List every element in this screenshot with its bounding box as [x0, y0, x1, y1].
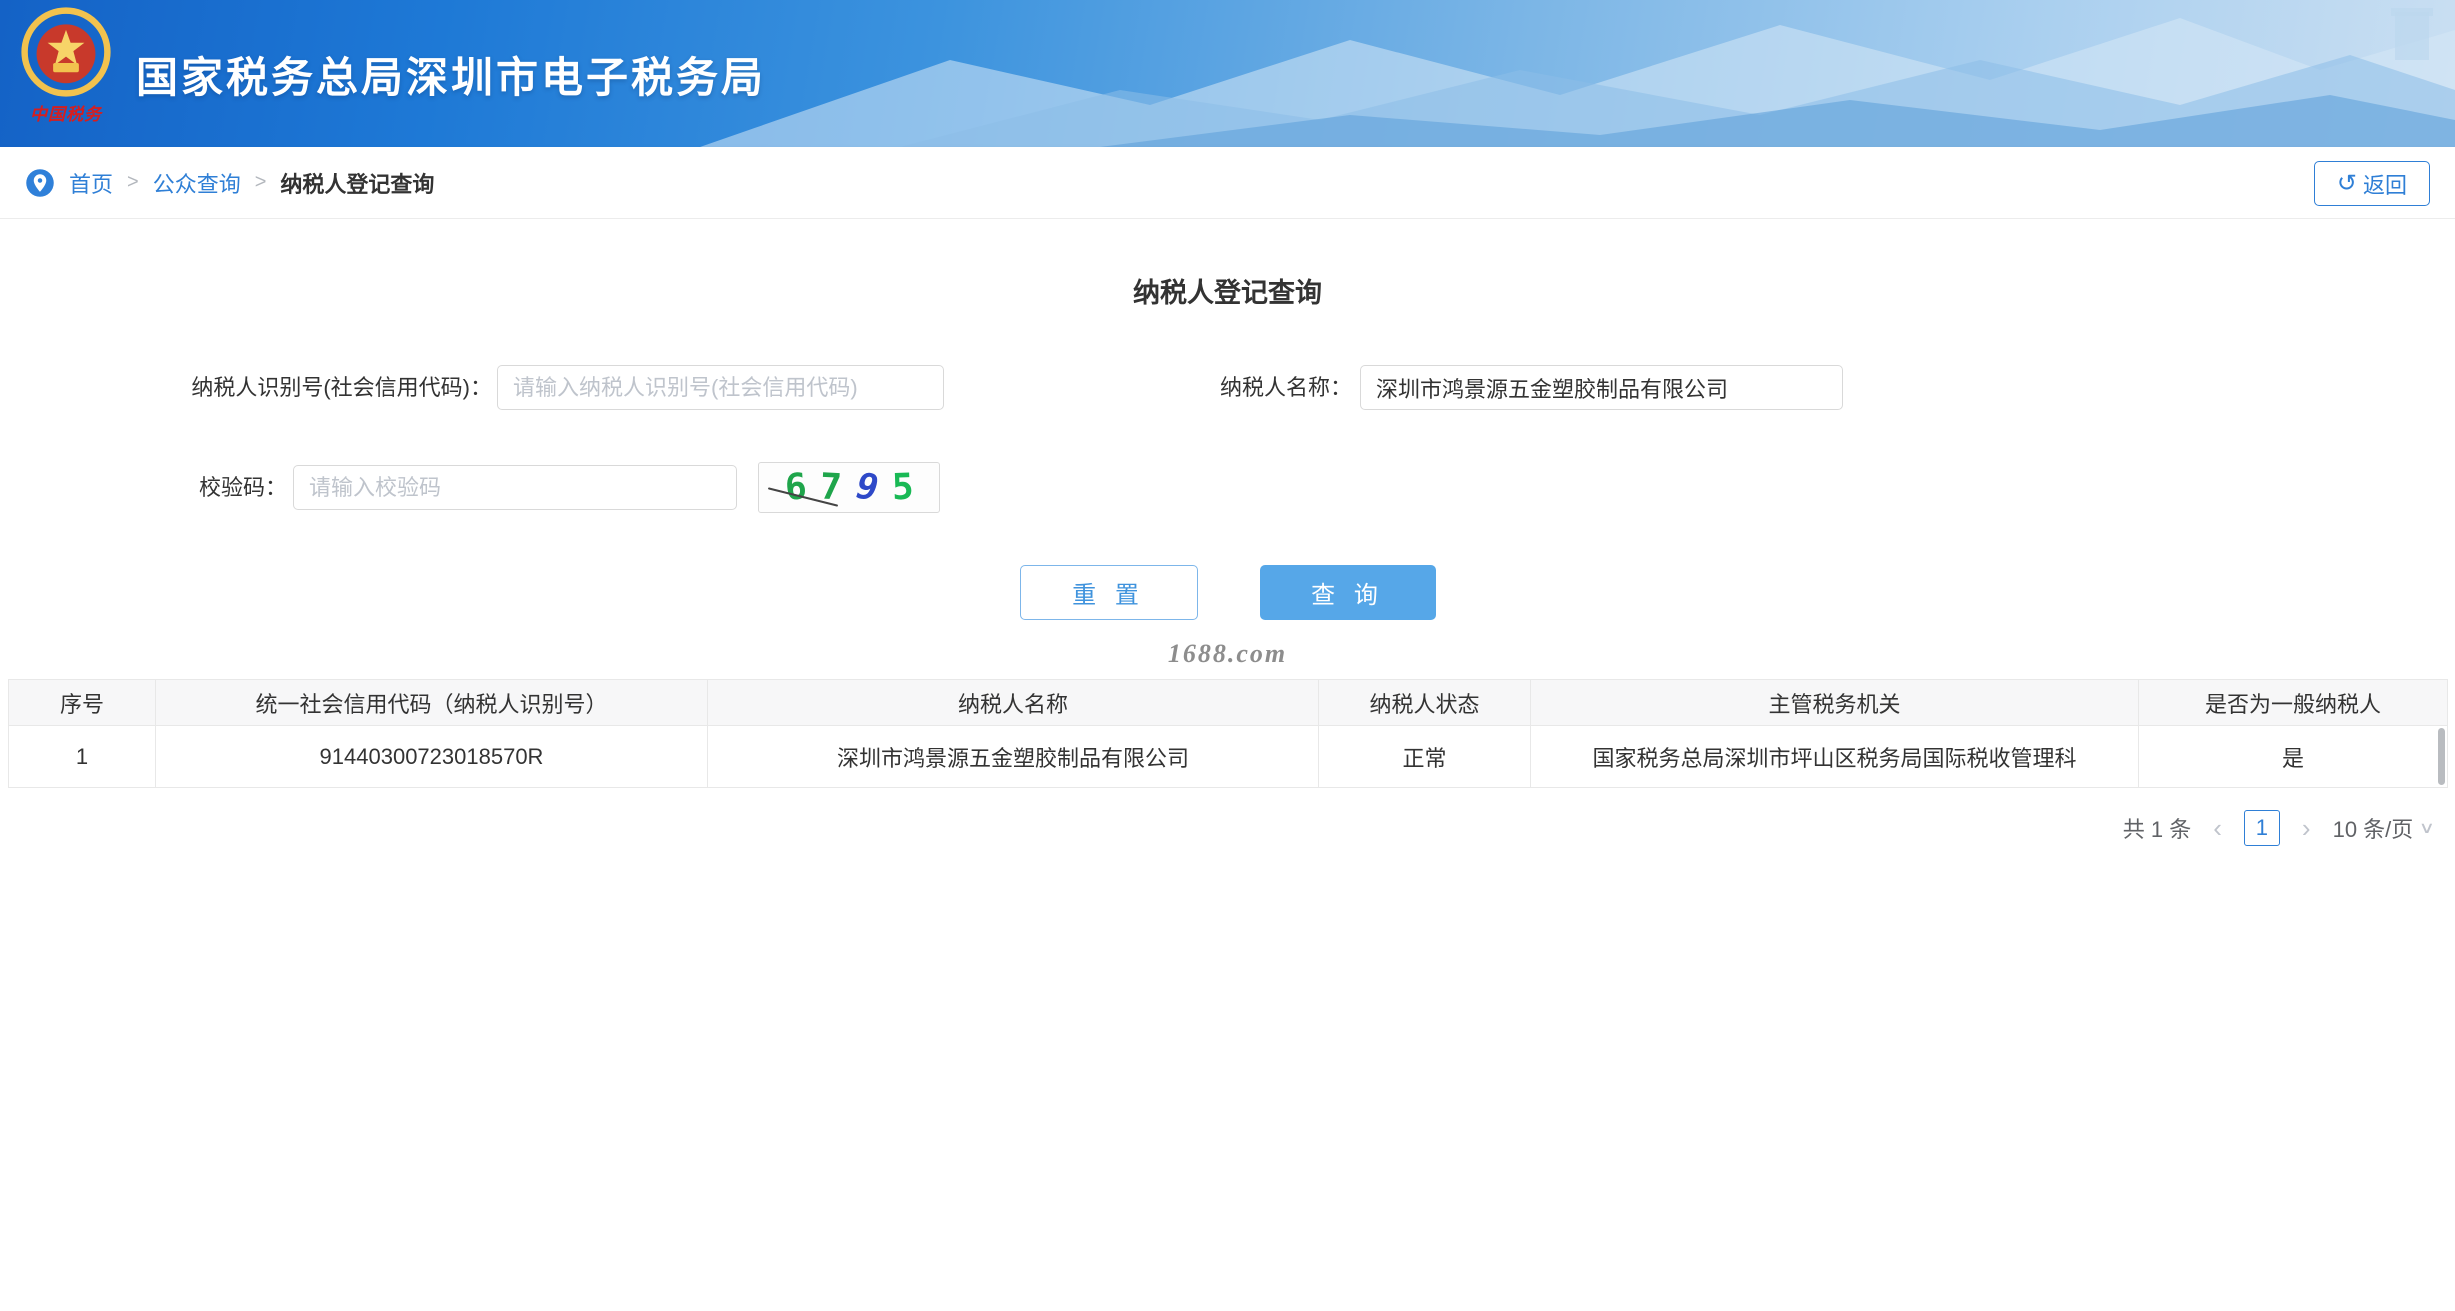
- breadcrumb: 首页 > 公众查询 > 纳税人登记查询 ↺ 返回: [0, 147, 2455, 219]
- captcha-input[interactable]: [293, 465, 737, 510]
- tax-bureau-logo: 中国税务: [14, 6, 118, 125]
- cell-credit-code: 91440300723018570R: [156, 726, 708, 788]
- table-scrollbar-thumb[interactable]: [2438, 728, 2445, 785]
- query-button[interactable]: 查 询: [1260, 565, 1436, 620]
- breadcrumb-separator: >: [255, 171, 267, 194]
- result-table: 序号 统一社会信用代码（纳税人识别号） 纳税人名称 纳税人状态 主管税务机关 是…: [8, 679, 2448, 788]
- col-header-tax-authority: 主管税务机关: [1531, 680, 2139, 726]
- site-title: 国家税务总局深圳市电子税务局: [136, 44, 766, 105]
- page-size-select[interactable]: 10 条/页 ∨: [2333, 812, 2433, 844]
- location-pin-icon: [25, 168, 55, 198]
- col-header-credit-code: 统一社会信用代码（纳税人识别号）: [156, 680, 708, 726]
- breadcrumb-current-page: 纳税人登记查询: [280, 167, 434, 199]
- main-content: 纳税人登记查询 纳税人识别号(社会信用代码)： 纳税人名称： 校验码： 6 7 …: [0, 219, 2455, 846]
- form-buttons: 重 置 查 询: [0, 565, 2455, 620]
- col-header-index: 序号: [9, 680, 156, 726]
- captcha-digit: 9: [850, 466, 884, 509]
- query-panel: 纳税人登记查询 纳税人识别号(社会信用代码)： 纳税人名称： 校验码： 6 7 …: [0, 219, 2455, 679]
- captcha-digit: 5: [891, 467, 914, 509]
- taxpayer-id-input[interactable]: [497, 365, 944, 410]
- chevron-down-icon: ∨: [2419, 818, 2435, 838]
- captcha-digit: 6: [783, 466, 807, 508]
- cell-general-taxpayer: 是: [2139, 726, 2448, 788]
- cell-status: 正常: [1319, 726, 1531, 788]
- col-header-status: 纳税人状态: [1319, 680, 1531, 726]
- table-header-row: 序号 统一社会信用代码（纳税人识别号） 纳税人名称 纳税人状态 主管税务机关 是…: [9, 680, 2448, 726]
- captcha-label: 校验码：: [0, 465, 287, 511]
- pagination: 共 1 条 ‹ 1 › 10 条/页 ∨: [8, 810, 2433, 846]
- result-section: 序号 统一社会信用代码（纳税人识别号） 纳税人名称 纳税人状态 主管税务机关 是…: [8, 679, 2447, 846]
- next-page-icon[interactable]: ›: [2300, 815, 2313, 841]
- taxpayer-id-label: 纳税人识别号(社会信用代码)：: [0, 365, 492, 411]
- logo-text: 中国税务: [14, 100, 118, 125]
- cell-index: 1: [9, 726, 156, 788]
- header-banner: 中国税务 国家税务总局深圳市电子税务局: [0, 0, 2455, 147]
- cell-tax-authority: 国家税务总局深圳市坪山区税务局国际税收管理科: [1531, 726, 2139, 788]
- back-button[interactable]: ↺ 返回: [2314, 161, 2430, 206]
- breadcrumb-separator: >: [127, 171, 139, 194]
- table-row: 1 91440300723018570R 深圳市鸿景源五金塑胶制品有限公司 正常…: [9, 726, 2448, 788]
- national-emblem-icon: [20, 6, 112, 98]
- watermark-text: 1688.com: [0, 639, 2455, 669]
- back-button-label: 返回: [2363, 168, 2407, 200]
- breadcrumb-public-query-link[interactable]: 公众查询: [153, 167, 241, 199]
- col-header-taxpayer-name: 纳税人名称: [708, 680, 1319, 726]
- prev-page-icon[interactable]: ‹: [2211, 815, 2224, 841]
- taxpayer-name-input[interactable]: [1360, 365, 1843, 410]
- page-size-label: 10 条/页: [2333, 812, 2414, 844]
- captcha-image[interactable]: 6 7 9 5: [758, 462, 940, 513]
- pagination-total: 共 1 条: [2123, 812, 2191, 844]
- col-header-general-taxpayer: 是否为一般纳税人: [2139, 680, 2448, 726]
- cell-taxpayer-name: 深圳市鸿景源五金塑胶制品有限公司: [708, 726, 1319, 788]
- undo-arrow-icon: ↺: [2337, 172, 2357, 196]
- page-title: 纳税人登记查询: [0, 271, 2455, 310]
- breadcrumb-home-link[interactable]: 首页: [69, 167, 113, 199]
- page-number-button[interactable]: 1: [2244, 810, 2280, 846]
- taxpayer-name-label: 纳税人名称：: [1000, 365, 1352, 411]
- reset-button[interactable]: 重 置: [1020, 565, 1198, 620]
